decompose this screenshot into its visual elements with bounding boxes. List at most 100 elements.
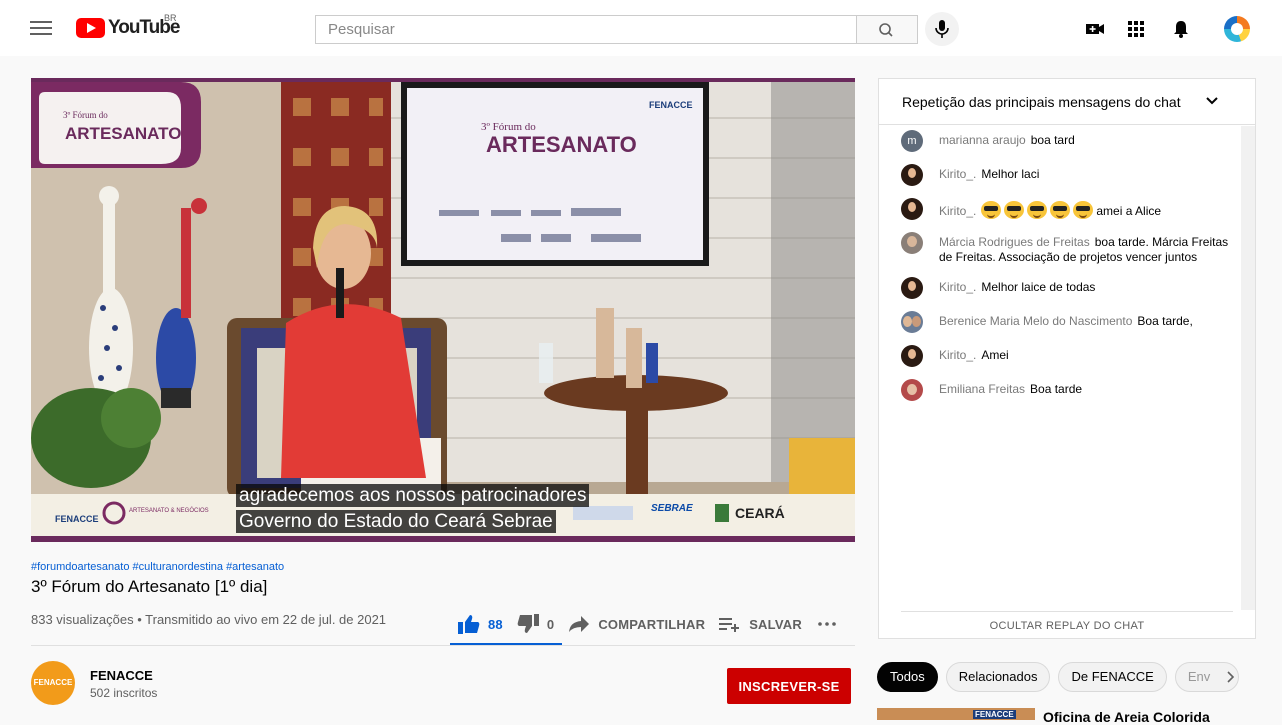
chat-avatar — [901, 277, 923, 299]
search-input[interactable] — [316, 16, 856, 43]
youtube-logo[interactable]: YouTube BR — [76, 13, 180, 39]
chat-author[interactable]: Berenice Maria Melo do Nascimento — [939, 314, 1132, 328]
chat-scrollbar[interactable] — [1241, 126, 1255, 610]
chat-text: Melhor laci — [981, 167, 1040, 181]
chat-author[interactable]: Márcia Rodrigues de Freitas — [939, 235, 1090, 249]
recommended-video-title[interactable]: Oficina de Areia Colorida — [1043, 709, 1210, 725]
chat-avatar — [901, 345, 923, 367]
sunglasses-emoji-icon — [981, 201, 1002, 219]
microphone-icon — [935, 20, 949, 38]
poster-line1: 3º Fórum do — [63, 110, 108, 120]
sunglasses-emoji-icon — [1050, 201, 1071, 219]
thumbs-up-icon — [458, 615, 480, 634]
country-code: BR — [164, 13, 177, 23]
search-box — [315, 15, 857, 44]
voice-search-button[interactable] — [925, 12, 959, 46]
chat-text: Melhor laice de todas — [981, 280, 1096, 294]
chat-text: Boa tarde, — [1137, 314, 1193, 328]
divider — [31, 645, 855, 646]
create-video-icon[interactable] — [1085, 19, 1105, 39]
banner-ceara: CEARÁ — [735, 505, 785, 521]
banner-sebrae: SEBRAE — [651, 503, 693, 514]
chat-message: m marianna araujo boa tard — [901, 130, 1231, 152]
channel-subscribers: 502 inscritos — [90, 686, 158, 700]
chevron-right-icon[interactable] — [1224, 670, 1236, 684]
hide-chat-replay-button[interactable]: OCULTAR REPLAY DO CHAT — [901, 611, 1233, 639]
sunglasses-emoji-icon — [1004, 201, 1025, 219]
chat-message: Kirito_. Melhor laice de todas — [901, 277, 1231, 299]
masthead: YouTube BR — [0, 0, 1282, 56]
tv-line2: ARTESANATO — [486, 132, 637, 157]
banner-artesanato: ARTESANATO & NEGÓCIOS — [129, 507, 209, 514]
chat-avatar — [901, 198, 923, 220]
video-player[interactable]: 3º Fórum do ARTESANATO FENACCE 3º Fórum … — [31, 78, 855, 542]
chat-author[interactable]: Emiliana Freitas — [939, 382, 1025, 396]
apps-grid-icon[interactable] — [1126, 19, 1146, 39]
share-button[interactable]: COMPARTILHAR — [568, 615, 705, 633]
chat-message: Kirito_. Melhor laci — [901, 164, 1231, 186]
menu-icon[interactable] — [30, 21, 52, 37]
more-actions-button[interactable] — [816, 621, 846, 627]
chat-avatar — [901, 232, 923, 254]
chat-avatar — [901, 164, 923, 186]
sunglasses-emoji-icon — [1027, 201, 1048, 219]
more-horizontal-icon — [818, 622, 836, 626]
chat-mode-selector[interactable]: Repetição das principais mensagens do ch… — [902, 94, 1181, 110]
subtitle-line-2: Governo do Estado do Ceará Sebrae — [236, 510, 556, 533]
video-frame: 3º Fórum do ARTESANATO FENACCE 3º Fórum … — [31, 78, 855, 542]
playlist-add-icon — [719, 618, 740, 632]
search-icon — [879, 23, 893, 37]
chat-author[interactable]: Kirito_. — [939, 348, 976, 362]
chat-avatar: m — [901, 130, 923, 152]
chat-message: Kirito_. Amei — [901, 345, 1231, 367]
live-chat-replay: Repetição das principais mensagens do ch… — [878, 78, 1256, 639]
account-avatar[interactable] — [1224, 16, 1250, 42]
chat-text: Amei — [981, 348, 1009, 362]
chat-messages: m marianna araujo boa tard Kirito_. Melhor… — [901, 130, 1231, 416]
thumbs-down-icon — [517, 614, 539, 633]
like-count: 88 — [488, 616, 503, 632]
chat-message: Berenice Maria Melo do Nascimento Boa tar… — [901, 311, 1231, 333]
chat-author[interactable]: Kirito_. — [939, 280, 976, 294]
chip-de-fenacce[interactable]: De FENACCE — [1058, 662, 1167, 692]
chat-author[interactable]: Kirito_. — [939, 204, 976, 218]
dislike-button[interactable]: 0 — [517, 614, 554, 634]
chat-avatar — [901, 379, 923, 401]
chevron-down-icon[interactable] — [1206, 97, 1218, 105]
save-button[interactable]: SALVAR — [719, 616, 802, 632]
chat-text: Boa tarde — [1030, 382, 1083, 396]
chip-relacionados[interactable]: Relacionados — [945, 662, 1051, 692]
related-filter-chips: Todos Relacionados De FENACCE Env — [877, 662, 1247, 692]
video-title: 3º Fórum do Artesanato [1º dia] — [31, 577, 268, 596]
tv-brand: FENACCE — [649, 100, 693, 110]
chat-author[interactable]: marianna araujo — [939, 133, 1026, 147]
share-icon — [569, 616, 590, 632]
like-button[interactable]: 88 — [458, 614, 503, 634]
recommended-video-thumbnail[interactable]: FENACCE — [877, 708, 1035, 720]
banner-fenacce: FENACCE — [55, 514, 99, 524]
video-hashtags[interactable]: #forumdoartesanato #culturanordestina #a… — [31, 561, 284, 573]
chip-todos[interactable]: Todos — [877, 662, 938, 692]
chat-message: Emiliana Freitas Boa tarde — [901, 379, 1231, 401]
chat-header: Repetição das principais mensagens do ch… — [879, 79, 1255, 125]
search-button[interactable] — [857, 15, 918, 44]
notifications-bell-icon[interactable] — [1171, 19, 1191, 39]
channel-name[interactable]: FENACCE — [90, 668, 153, 683]
video-actions: 88 0 COMPARTILHAR SALVAR — [450, 604, 860, 644]
share-label: COMPARTILHAR — [598, 616, 706, 632]
chat-message: Márcia Rodrigues de Freitas boa tarde. Má… — [901, 232, 1231, 265]
save-label: SALVAR — [749, 616, 802, 632]
sunglasses-emoji-icon — [1073, 201, 1094, 219]
subtitle-line-1: agradecemos aos nossos patrocinadores — [236, 484, 590, 507]
channel-avatar[interactable]: FENACCE — [31, 661, 75, 705]
thumbnail-label: FENACCE — [973, 710, 1016, 719]
poster-line2: ARTESANATO — [65, 124, 182, 143]
chat-text: boa tard — [1030, 133, 1075, 147]
video-stats: 833 visualizações • Transmitido ao vivo … — [31, 612, 387, 627]
subscribe-button[interactable]: INSCREVER-SE — [727, 668, 851, 704]
chat-message: Kirito_. amei a Alice — [901, 198, 1231, 220]
channel-avatar-text: FENACCE — [33, 678, 73, 687]
chat-author[interactable]: Kirito_. — [939, 167, 976, 181]
dislike-count: 0 — [546, 616, 555, 632]
youtube-play-icon — [76, 18, 105, 38]
